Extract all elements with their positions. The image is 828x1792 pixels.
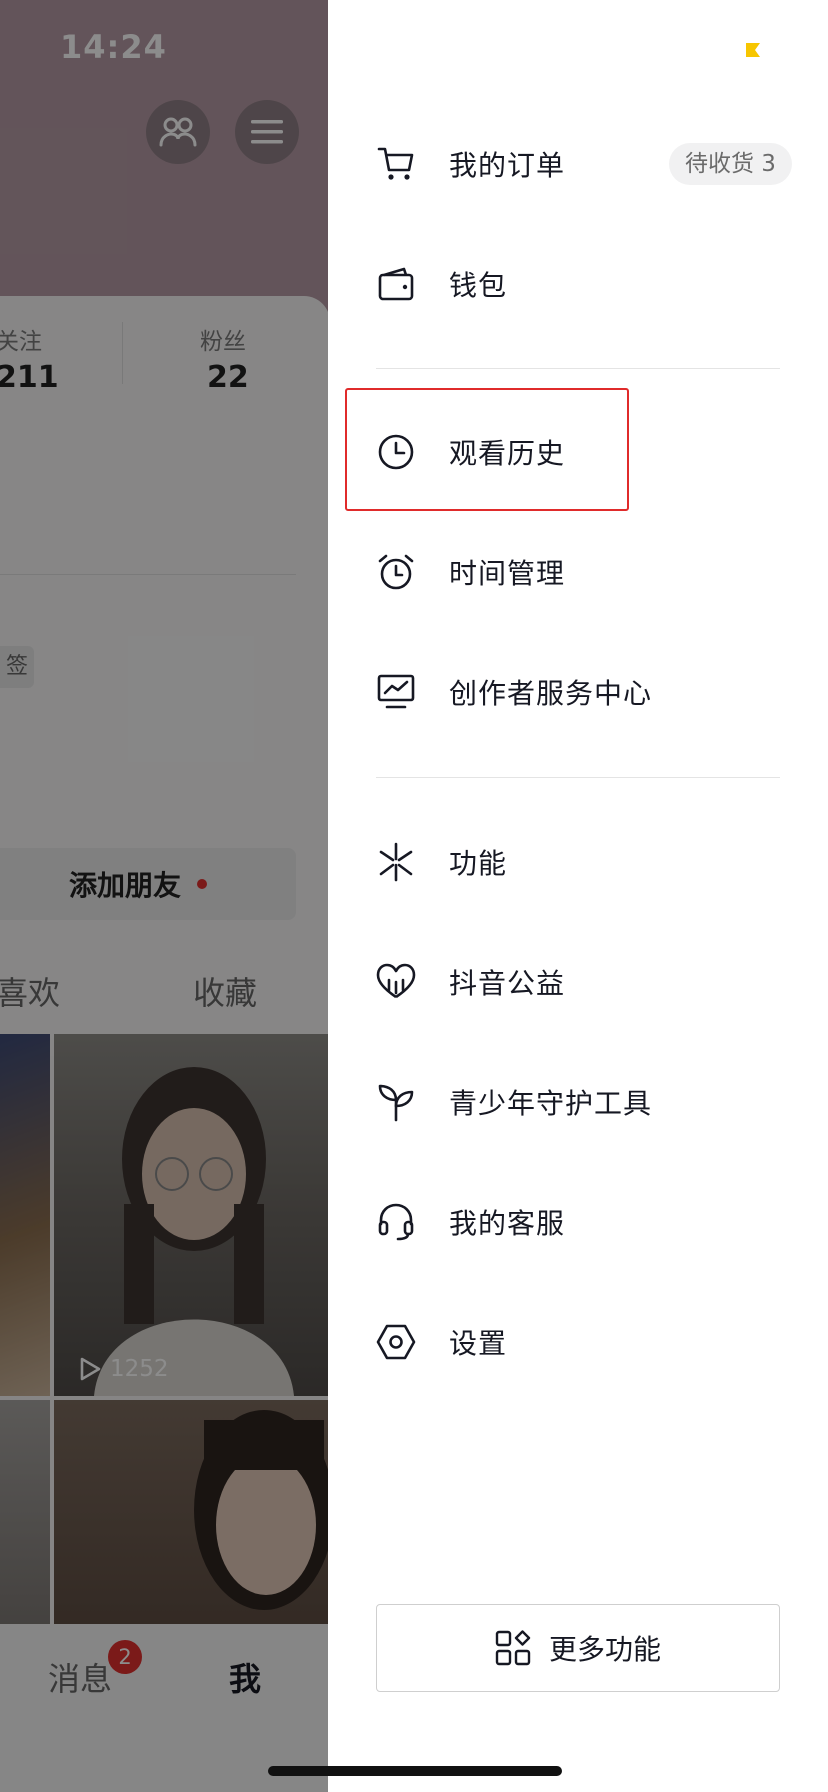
menu-item-time-management[interactable]: 时间管理: [328, 522, 828, 622]
menu-item-label: 青少年守护工具: [449, 1087, 653, 1120]
sprout-icon: [376, 1082, 416, 1122]
cart-icon: [376, 144, 416, 184]
menu-item-charity[interactable]: 抖音公益: [328, 932, 828, 1032]
menu-item-settings[interactable]: 设置: [328, 1292, 828, 1392]
menu-item-label: 抖音公益: [449, 967, 566, 1000]
menu-item-label: 钱包: [449, 269, 508, 302]
menu-divider: [376, 777, 780, 778]
menu-item-label: 时间管理: [449, 557, 566, 590]
heart-charity-icon: [376, 962, 416, 1002]
headset-icon: [376, 1202, 416, 1242]
notification-tag-icon: [746, 43, 760, 57]
menu-item-my-orders[interactable]: 我的订单 待收货 3: [328, 114, 828, 214]
menu-item-label: 设置: [449, 1327, 508, 1360]
monitor-chart-icon: [376, 672, 416, 712]
menu-item-label: 我的客服: [449, 1207, 566, 1240]
menu-divider: [376, 368, 780, 369]
more-features-label: 更多功能: [548, 1633, 661, 1666]
menu-item-label: 功能: [449, 847, 508, 880]
home-indicator[interactable]: [268, 1766, 562, 1776]
menu-item-watch-history[interactable]: 观看历史: [328, 402, 828, 502]
menu-item-wallet[interactable]: 钱包: [328, 234, 828, 334]
hexagon-settings-icon: [376, 1322, 416, 1362]
sparkle-icon: [376, 842, 416, 882]
menu-item-label: 观看历史: [449, 437, 566, 470]
menu-item-label: 创作者服务中心: [449, 677, 653, 710]
alarm-clock-icon: [376, 552, 416, 592]
more-features-button[interactable]: 更多功能: [376, 1604, 780, 1692]
menu-item-features[interactable]: 功能: [328, 812, 828, 912]
apps-grid-icon: [495, 1630, 531, 1666]
wallet-icon: [376, 264, 416, 304]
menu-item-teen-protection[interactable]: 青少年守护工具: [328, 1052, 828, 1152]
menu-item-label: 我的订单: [449, 149, 566, 182]
menu-item-customer-service[interactable]: 我的客服: [328, 1172, 828, 1272]
clock-icon: [376, 432, 416, 472]
pending-receipt-badge[interactable]: 待收货 3: [669, 143, 792, 185]
side-drawer-menu: 我的订单 待收货 3 钱包 观看历史 时间管理 创作者服务中心 功能 抖音公益 …: [328, 0, 828, 1792]
menu-item-creator-center[interactable]: 创作者服务中心: [328, 642, 828, 742]
